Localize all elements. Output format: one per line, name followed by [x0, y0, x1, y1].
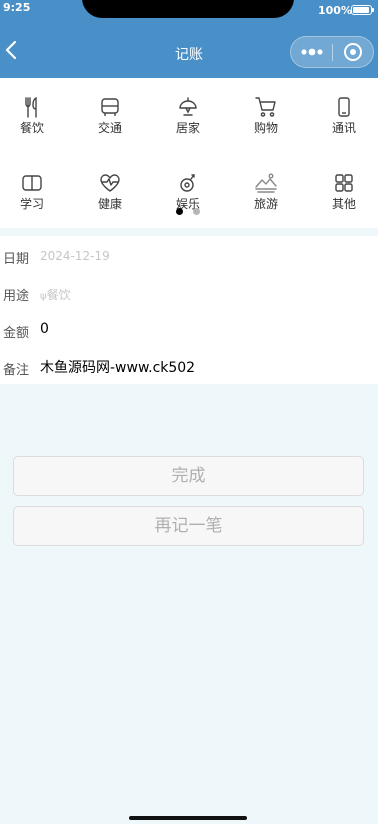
- remark-label: 备注: [3, 363, 30, 378]
- category-dining[interactable]: 餐饮: [0, 96, 70, 135]
- done-button[interactable]: 完成: [13, 456, 364, 496]
- utensils-icon: [25, 96, 37, 118]
- category-panel: 餐饮 交通 居家 购物 通讯 学习 健康 娱乐 旅游 其他: [0, 78, 378, 228]
- entry-form: 日期 2024-12-19 用途 ψ餐饮 金额 0 备注: [0, 236, 378, 384]
- status-time: 9:25: [3, 1, 31, 14]
- book-icon: [22, 175, 42, 191]
- utensils-icon: ψ: [40, 291, 47, 302]
- cart-icon: [255, 97, 276, 117]
- date-row[interactable]: 日期 2024-12-19: [0, 239, 378, 275]
- usage-label: 用途: [3, 289, 30, 304]
- phone-icon: [338, 97, 350, 117]
- category-study[interactable]: 学习: [0, 172, 70, 211]
- heart-pulse-icon: [100, 174, 120, 192]
- page-dot[interactable]: [193, 208, 200, 215]
- page-dot-active[interactable]: [176, 208, 183, 215]
- usage-value: 餐饮: [46, 288, 71, 302]
- more-dots-icon[interactable]: [299, 43, 325, 61]
- category-label: 居家: [175, 121, 200, 135]
- home-indicator: [129, 816, 247, 820]
- game-icon: [180, 174, 195, 192]
- grid-icon: [335, 174, 353, 192]
- capsule-divider: [332, 44, 333, 61]
- landscape-icon: [255, 173, 277, 193]
- category-label: 购物: [253, 121, 278, 135]
- battery-icon: [351, 5, 374, 15]
- category-label: 通讯: [331, 121, 356, 135]
- page-indicator: [0, 208, 378, 216]
- category-home[interactable]: 居家: [150, 96, 226, 135]
- category-other[interactable]: 其他: [306, 172, 378, 211]
- usage-field[interactable]: ψ餐饮: [40, 286, 71, 303]
- usage-row[interactable]: 用途 ψ餐饮: [0, 276, 378, 312]
- nav-bar: 记账: [0, 20, 378, 78]
- category-entertainment[interactable]: 娱乐: [150, 172, 226, 211]
- notch: [82, 0, 294, 18]
- category-telecom[interactable]: 通讯: [306, 96, 378, 135]
- home-lamp-icon: [179, 97, 197, 116]
- category-health[interactable]: 健康: [72, 172, 148, 211]
- status-bar: 9:25 100%: [0, 0, 378, 20]
- amount-row[interactable]: 金额 0: [0, 313, 378, 349]
- date-label: 日期: [3, 252, 30, 267]
- record-again-button[interactable]: 再记一笔: [13, 506, 364, 546]
- battery-percent: 100%: [318, 4, 352, 17]
- category-shopping[interactable]: 购物: [228, 96, 304, 135]
- date-picker[interactable]: 2024-12-19: [40, 249, 110, 263]
- amount-label: 金额: [3, 326, 30, 341]
- category-label: 餐饮: [19, 121, 44, 135]
- mini-program-capsule: [290, 36, 374, 68]
- remark-row[interactable]: 备注: [0, 350, 378, 386]
- bus-icon: [101, 98, 119, 116]
- category-label: 交通: [97, 121, 122, 135]
- amount-input[interactable]: 0: [40, 321, 49, 337]
- category-transport[interactable]: 交通: [72, 96, 148, 135]
- close-target-icon[interactable]: [342, 41, 364, 63]
- remark-input[interactable]: [40, 356, 194, 378]
- category-travel[interactable]: 旅游: [228, 172, 304, 211]
